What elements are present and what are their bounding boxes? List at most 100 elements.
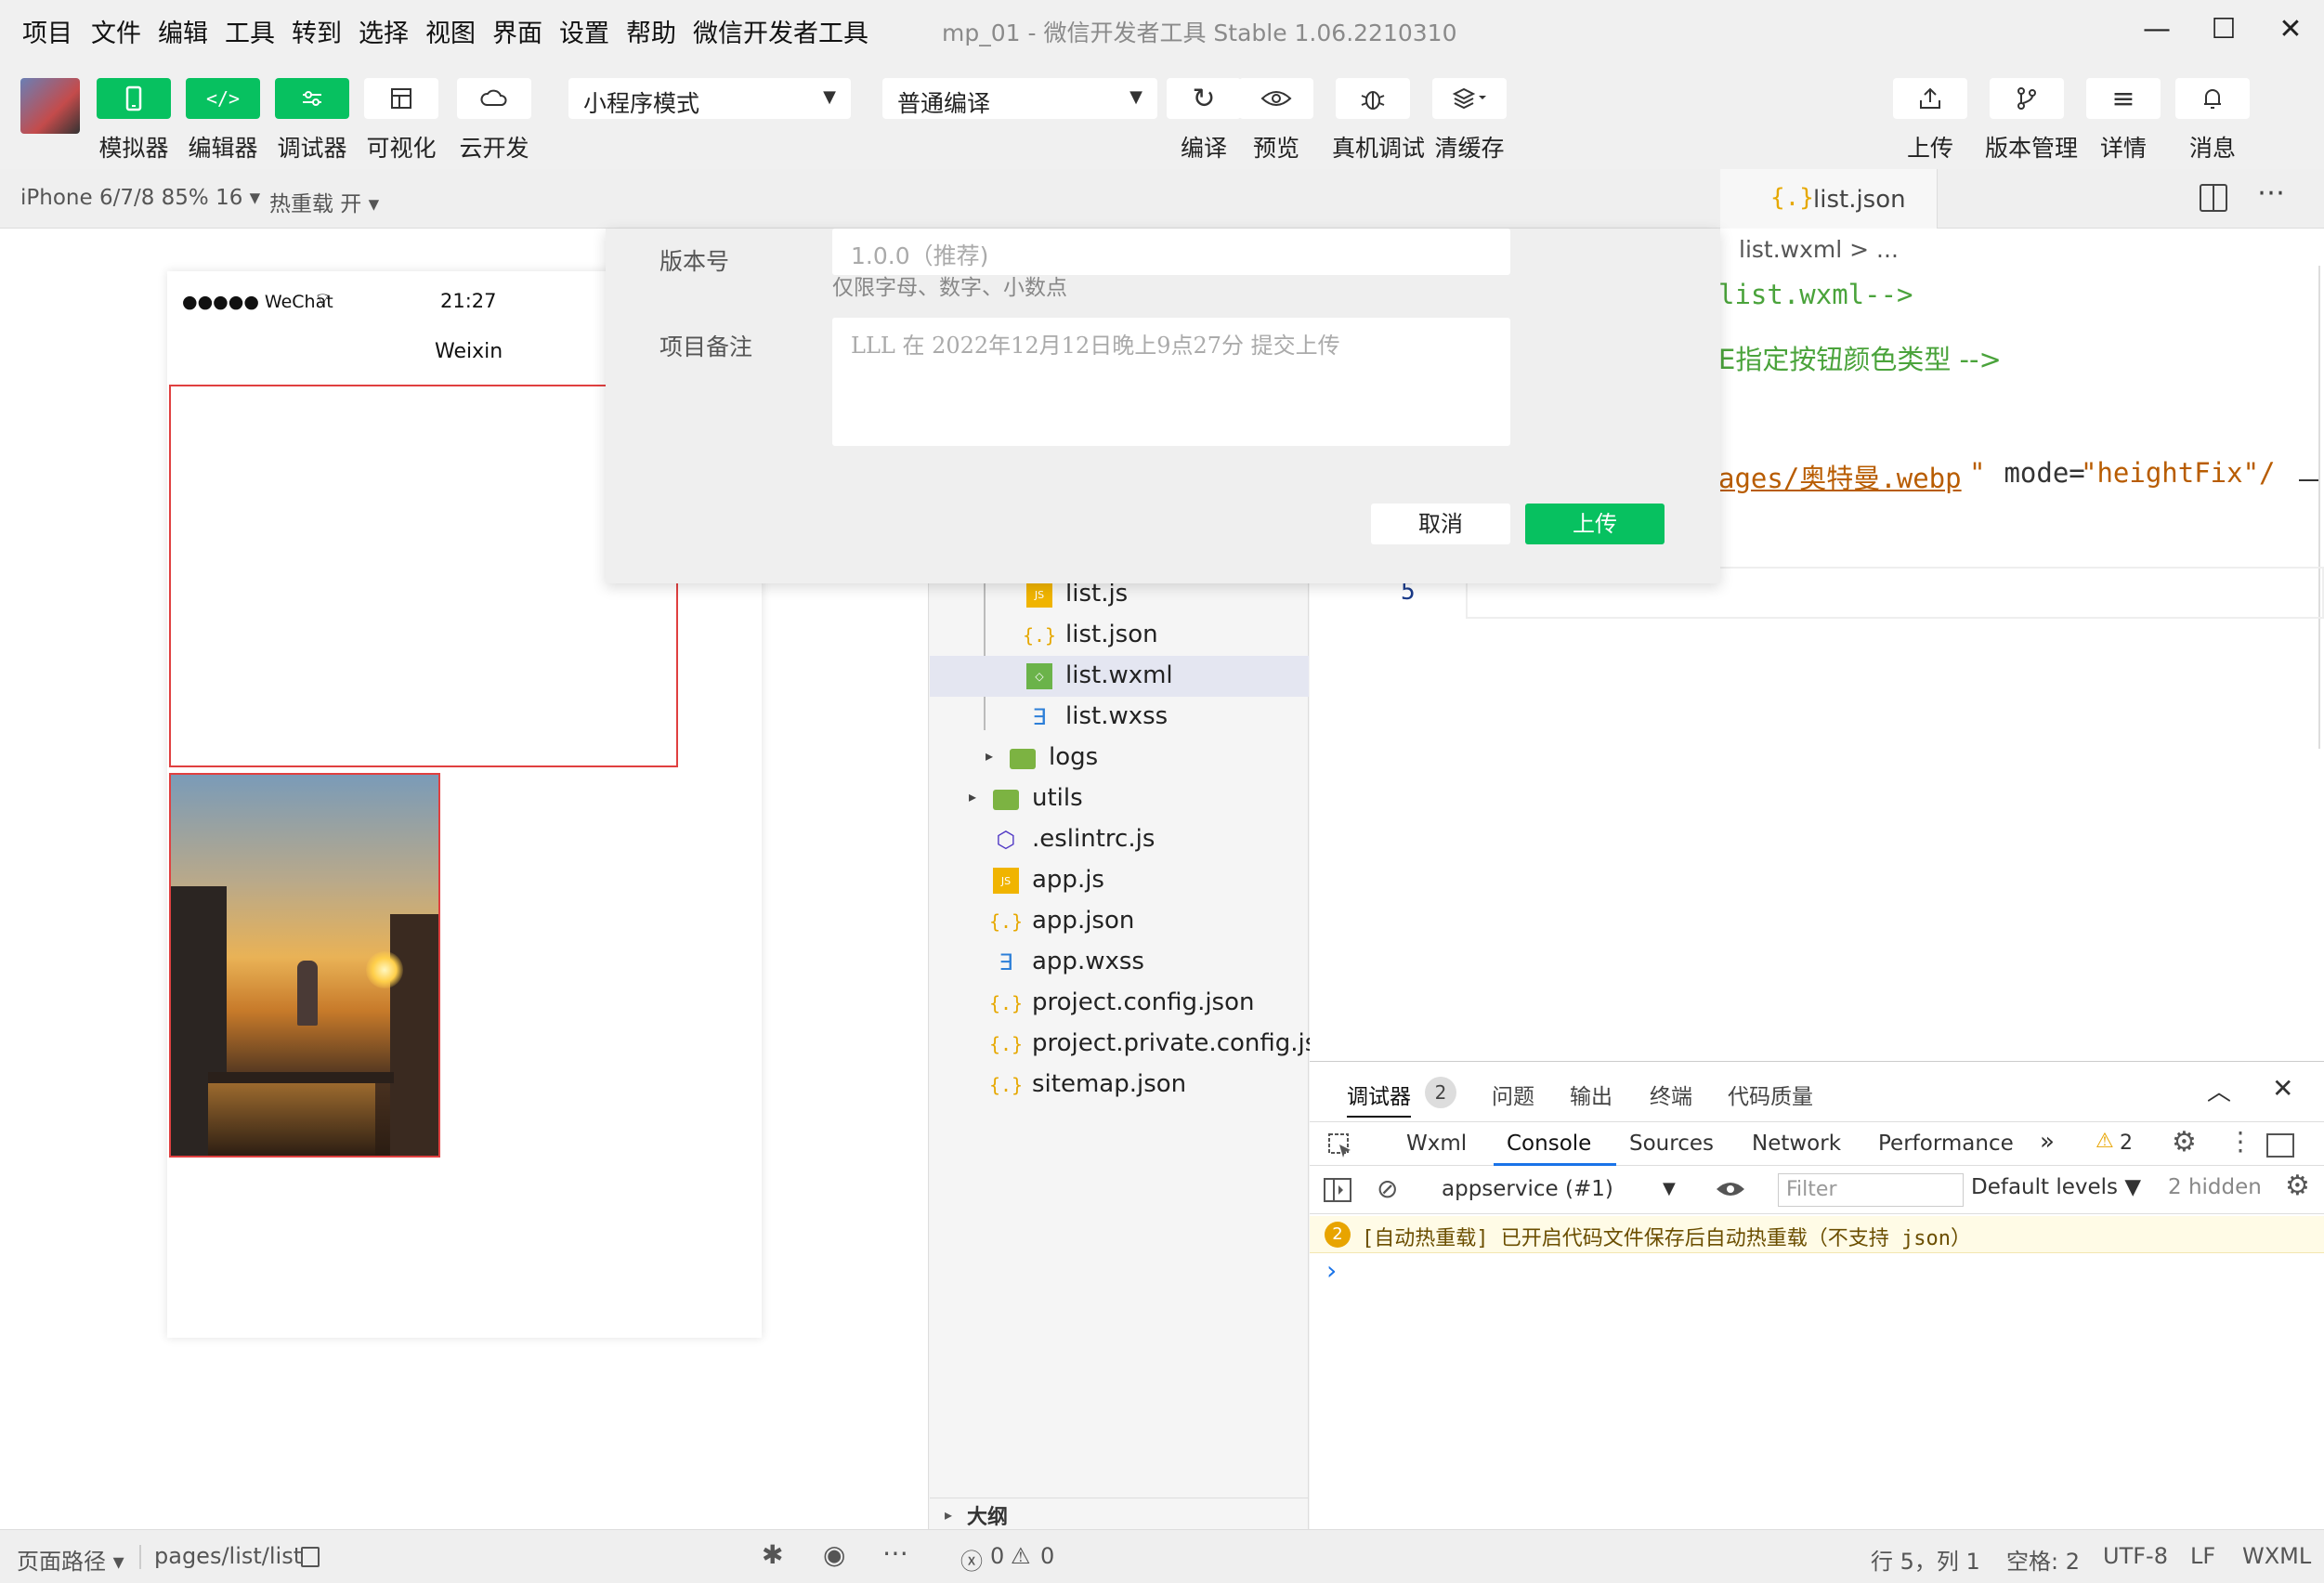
breadcrumb[interactable]: list.wxml > ... [1739, 236, 1899, 263]
device-select[interactable]: iPhone 6/7/8 85% 16 ▾ [20, 186, 260, 210]
tab-list-json[interactable]: {.} list.json [1720, 169, 1938, 229]
cursor-position[interactable]: 行 5，列 1 [1871, 1543, 1980, 1576]
devtab-console[interactable]: Console [1507, 1132, 1591, 1156]
menu-tools[interactable]: 工具 [225, 13, 275, 49]
tab-code-quality[interactable]: 代码质量 [1728, 1079, 1813, 1110]
chevron-right-icon[interactable]: ▸ [969, 788, 976, 805]
simulator-button[interactable] [97, 78, 171, 119]
tree-item[interactable]: ◇ list.wxml [930, 656, 1309, 697]
tree-item[interactable]: ▸ logs [930, 738, 1309, 778]
menu-wechat-devtools[interactable]: 微信开发者工具 [693, 13, 868, 49]
settings-icon[interactable]: ⚙ [2172, 1126, 2197, 1158]
menu-goto[interactable]: 转到 [292, 13, 342, 49]
error-count[interactable]: 0 [990, 1543, 1004, 1569]
eye-icon[interactable]: ◉ [823, 1539, 845, 1570]
bug-icon[interactable]: ✱ [762, 1539, 783, 1570]
more-icon[interactable]: ⋯ [2257, 177, 2285, 209]
encoding[interactable]: UTF-8 [2103, 1543, 2168, 1569]
preview-button[interactable] [1239, 78, 1313, 119]
sidebar-toggle-icon[interactable] [1323, 1177, 1352, 1203]
menu-edit[interactable]: 编辑 [158, 13, 208, 49]
console-settings-icon[interactable]: ⚙ [2285, 1170, 2310, 1202]
console-prompt[interactable]: › [1326, 1255, 1337, 1286]
more-tabs-icon[interactable]: » [2040, 1128, 2055, 1156]
live-expression-eye-icon[interactable] [1715, 1179, 1746, 1199]
close-panel-icon[interactable]: ✕ [2272, 1073, 2293, 1104]
upload-confirm-button[interactable]: 上传 [1525, 504, 1665, 544]
copy-icon[interactable] [301, 1547, 320, 1567]
mode-select[interactable]: 小程序模式 ▼ [568, 78, 851, 119]
menu-view[interactable]: 视图 [425, 13, 476, 49]
note-textarea[interactable]: LLL 在 2022年12月12日晚上9点27分 提交上传 [832, 318, 1510, 446]
upload-button[interactable] [1893, 78, 1967, 119]
editor-button[interactable]: </> [186, 78, 260, 119]
devtab-network[interactable]: Network [1752, 1132, 1841, 1156]
split-editor-icon[interactable] [2200, 184, 2227, 212]
tree-item[interactable]: {.} app.json [930, 901, 1309, 942]
line-ending[interactable]: LF [2190, 1543, 2215, 1569]
cloud-button[interactable] [457, 78, 531, 119]
warning-count[interactable]: 0 [1040, 1543, 1054, 1569]
tree-item[interactable]: {.} project.private.config.js... [930, 1024, 1340, 1065]
outline-section[interactable]: ▸ 大纲 [930, 1498, 1309, 1529]
devtab-sources[interactable]: Sources [1629, 1132, 1714, 1156]
minimize-button[interactable]: — [2129, 7, 2185, 50]
devtab-wxml[interactable]: Wxml [1406, 1132, 1467, 1156]
filter-input[interactable]: Filter [1778, 1173, 1964, 1207]
tree-item[interactable]: ▸ utils [930, 778, 1309, 819]
menu-interface[interactable]: 界面 [492, 13, 542, 49]
tree-item[interactable]: JS app.js [930, 860, 1309, 901]
chevron-right-icon[interactable]: ▸ [986, 747, 993, 765]
menu-select[interactable]: 选择 [359, 13, 409, 49]
view-box-outline [169, 385, 678, 767]
tab-problems[interactable]: 问题 [1492, 1079, 1534, 1110]
context-select[interactable]: appservice (#1) ▼ [1423, 1173, 1685, 1207]
kebab-icon[interactable]: ⋮ [2227, 1126, 2253, 1157]
tab-label: list.json [1813, 186, 1906, 214]
tab-terminal[interactable]: 终端 [1650, 1079, 1692, 1110]
json-file-icon: {.} [988, 1033, 1024, 1055]
details-button[interactable]: ≡ [2086, 78, 2161, 119]
caret-down-icon: ▼ [1129, 87, 1142, 107]
hot-reload-toggle[interactable]: 热重载 开 ▾ [269, 186, 379, 217]
maximize-button[interactable]: ☐ [2196, 7, 2252, 50]
page-path-select[interactable]: 页面路径 ▾ [17, 1543, 124, 1576]
tab-output[interactable]: 输出 [1570, 1079, 1612, 1110]
editor-scrollbar[interactable] [2318, 266, 2320, 749]
remote-debug-button[interactable] [1336, 78, 1410, 119]
warning-count[interactable]: 2 [2120, 1132, 2133, 1155]
version-button[interactable] [1990, 78, 2064, 119]
menu-settings[interactable]: 设置 [559, 13, 609, 49]
menu-help[interactable]: 帮助 [626, 13, 676, 49]
mode-select-value: 小程序模式 [583, 90, 700, 117]
avatar[interactable] [20, 78, 80, 134]
tree-item[interactable]: ∃ list.wxss [930, 697, 1309, 738]
cancel-button[interactable]: 取消 [1371, 504, 1510, 544]
debugger-button[interactable] [275, 78, 349, 119]
menu-file[interactable]: 文件 [91, 13, 141, 49]
tree-item[interactable]: ⬡ .eslintrc.js [930, 819, 1309, 860]
indentation[interactable]: 空格: 2 [2006, 1543, 2080, 1576]
clear-console-icon[interactable]: ⊘ [1377, 1173, 1398, 1204]
messages-button[interactable] [2175, 78, 2250, 119]
close-window-button[interactable]: ✕ [2263, 7, 2318, 50]
version-input[interactable]: 1.0.0（推荐) [832, 229, 1510, 275]
more-icon[interactable]: ⋯ [882, 1537, 908, 1568]
tree-item[interactable]: ∃ app.wxss [930, 942, 1309, 983]
tree-item[interactable]: {.} project.config.json [930, 983, 1309, 1024]
language-mode[interactable]: WXML [2242, 1543, 2311, 1569]
menu-project[interactable]: 项目 [22, 13, 72, 49]
devtab-performance[interactable]: Performance [1878, 1132, 2014, 1156]
log-levels-select[interactable]: Default levels ▼ [1971, 1175, 2141, 1199]
inspect-icon[interactable] [1326, 1132, 1354, 1159]
visual-button[interactable] [364, 78, 438, 119]
compile-select[interactable]: 普通编译 ▼ [882, 78, 1157, 119]
wxss-file-icon: ∃ [999, 949, 1013, 975]
tab-debugger[interactable]: 调试器 [1347, 1079, 1411, 1118]
clear-cache-button[interactable] [1432, 78, 1507, 119]
tree-item[interactable]: {.} sitemap.json [930, 1065, 1309, 1105]
dock-icon[interactable] [2266, 1133, 2294, 1158]
tree-item[interactable]: {.} list.json [930, 615, 1309, 656]
compile-button[interactable]: ↻ [1167, 78, 1241, 119]
chevron-up-icon[interactable]: ︿ [2207, 1073, 2231, 1107]
